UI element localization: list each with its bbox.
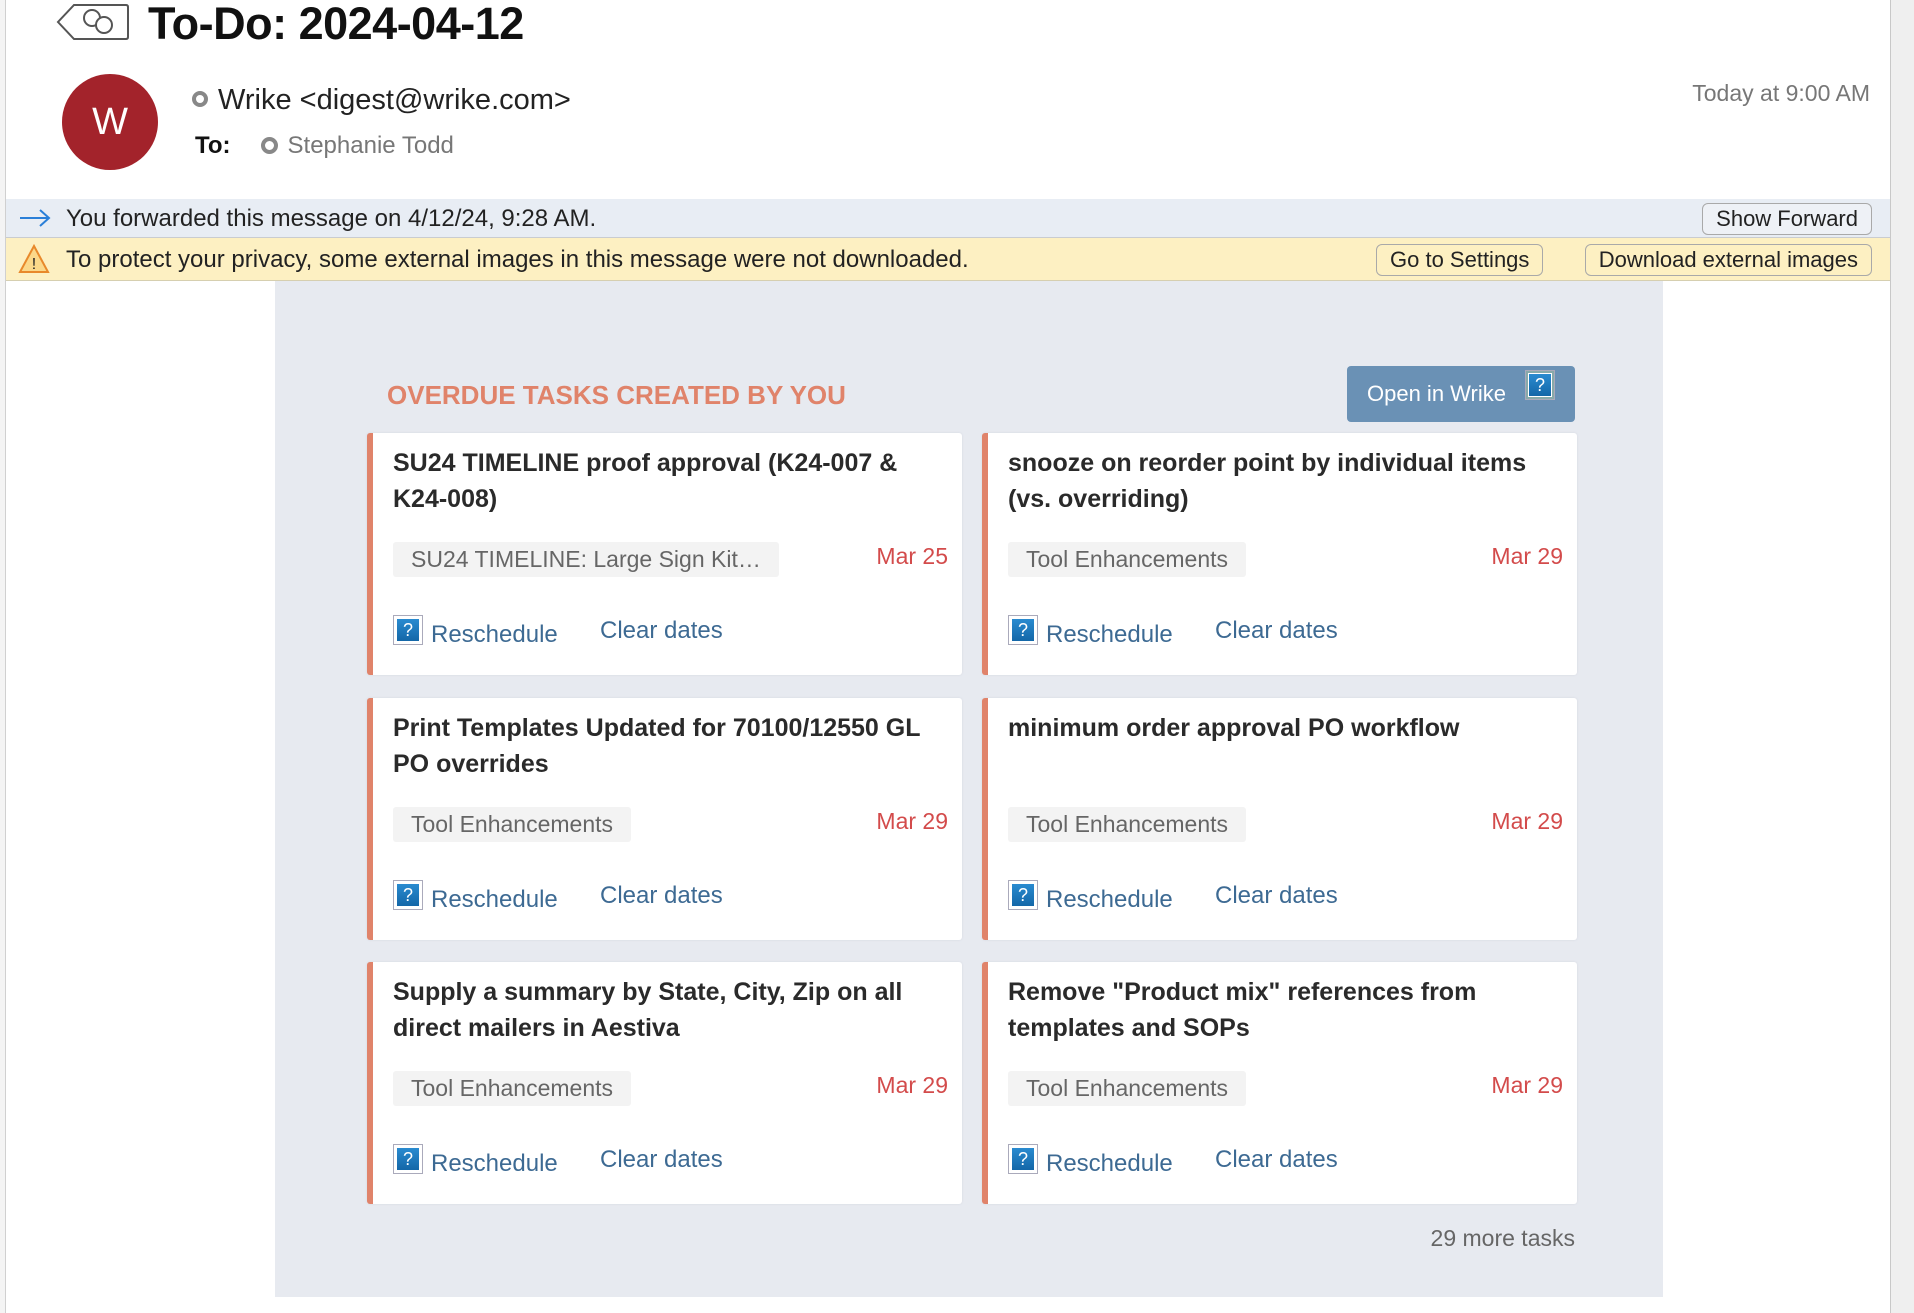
clear-dates-link[interactable]: Clear dates	[600, 882, 723, 910]
reschedule-button[interactable]: ? Reschedule	[1008, 1140, 1173, 1178]
forwarded-banner: You forwarded this message on 4/12/24, 9…	[6, 199, 1890, 238]
task-due-date: Mar 29	[1491, 808, 1563, 834]
reschedule-label[interactable]: Reschedule	[431, 886, 558, 914]
reschedule-label[interactable]: Reschedule	[1046, 1150, 1173, 1178]
task-title[interactable]: Print Templates Updated for 70100/12550 …	[393, 710, 938, 782]
reschedule-label[interactable]: Reschedule	[431, 1150, 558, 1178]
task-folder-tag[interactable]: Tool Enhancements	[1008, 1071, 1247, 1106]
recipient-name[interactable]: Stephanie Todd	[288, 132, 454, 159]
clear-dates-link[interactable]: Clear dates	[1215, 617, 1338, 645]
sender-name[interactable]: Wrike <digest@wrike.com>	[218, 84, 571, 116]
sender-line[interactable]: Wrike <digest@wrike.com>	[192, 84, 571, 117]
missing-image-icon: ?	[1008, 615, 1038, 645]
task-due-date: Mar 29	[1491, 1072, 1563, 1098]
privacy-banner: ! To protect your privacy, some external…	[6, 238, 1890, 281]
task-title[interactable]: Remove "Product mix" references from tem…	[1008, 974, 1553, 1046]
task-due-date: Mar 25	[876, 543, 948, 569]
task-card[interactable]: Supply a summary by State, City, Zip on …	[367, 962, 962, 1204]
recipient-line: To: Stephanie Todd	[195, 132, 454, 160]
section-heading: OVERDUE TASKS CREATED BY YOU	[387, 380, 846, 410]
missing-image-icon: ?	[1008, 880, 1038, 910]
open-in-wrike-label: Open in Wrike	[1367, 381, 1506, 406]
task-folder-tag[interactable]: Tool Enhancements	[393, 1071, 632, 1106]
forwarded-text: You forwarded this message on 4/12/24, 9…	[66, 205, 597, 232]
task-card[interactable]: snooze on reorder point by individual it…	[982, 433, 1577, 675]
forward-arrow-icon	[20, 209, 51, 227]
task-folder-tag[interactable]: SU24 TIMELINE: Large Sign Kit…	[393, 542, 779, 577]
task-title[interactable]: SU24 TIMELINE proof approval (K24-007 & …	[393, 445, 938, 517]
task-due-date: Mar 29	[876, 1072, 948, 1098]
task-card[interactable]: minimum order approval PO workflow Tool …	[982, 698, 1577, 940]
open-in-wrike-button[interactable]: Open in Wrike?	[1347, 366, 1575, 422]
download-images-button[interactable]: Download external images	[1584, 244, 1872, 276]
scrollbar-track[interactable]	[1890, 0, 1914, 1313]
svg-text:!: !	[32, 256, 36, 273]
task-title[interactable]: minimum order approval PO workflow	[1008, 710, 1553, 746]
missing-image-icon: ?	[393, 1144, 423, 1174]
presence-icon	[260, 137, 278, 154]
reschedule-label[interactable]: Reschedule	[431, 621, 558, 649]
task-folder-tag[interactable]: Tool Enhancements	[1008, 542, 1247, 577]
more-tasks-link[interactable]: 29 more tasks	[1431, 1225, 1575, 1252]
task-card[interactable]: Remove "Product mix" references from tem…	[982, 962, 1577, 1204]
conversation-icon[interactable]	[56, 3, 130, 41]
sender-avatar: W	[62, 74, 158, 170]
go-to-settings-button[interactable]: Go to Settings	[1376, 244, 1544, 276]
clear-dates-link[interactable]: Clear dates	[600, 617, 723, 645]
task-title[interactable]: snooze on reorder point by individual it…	[1008, 445, 1553, 517]
email-timestamp: Today at 9:00 AM	[1692, 80, 1870, 106]
task-due-date: Mar 29	[876, 808, 948, 834]
reschedule-label[interactable]: Reschedule	[1046, 621, 1173, 649]
privacy-text: To protect your privacy, some external i…	[66, 246, 969, 273]
task-card[interactable]: Print Templates Updated for 70100/12550 …	[367, 698, 962, 940]
task-card[interactable]: SU24 TIMELINE proof approval (K24-007 & …	[367, 433, 962, 675]
reschedule-button[interactable]: ? Reschedule	[1008, 876, 1173, 914]
avatar-letter: W	[92, 100, 128, 143]
clear-dates-link[interactable]: Clear dates	[600, 1146, 723, 1174]
clear-dates-link[interactable]: Clear dates	[1215, 882, 1338, 910]
warning-icon: !	[18, 244, 50, 273]
reschedule-button[interactable]: ? Reschedule	[393, 1140, 558, 1178]
reschedule-button[interactable]: ? Reschedule	[393, 876, 558, 914]
clear-dates-link[interactable]: Clear dates	[1215, 1146, 1338, 1174]
to-label: To:	[195, 132, 231, 159]
reschedule-label[interactable]: Reschedule	[1046, 886, 1173, 914]
task-folder-tag[interactable]: Tool Enhancements	[1008, 807, 1247, 842]
reschedule-button[interactable]: ? Reschedule	[1008, 611, 1173, 649]
missing-image-icon: ?	[1525, 370, 1555, 400]
missing-image-icon: ?	[1008, 1144, 1038, 1174]
task-title[interactable]: Supply a summary by State, City, Zip on …	[393, 974, 938, 1046]
window-left-edge	[0, 0, 6, 1313]
missing-image-icon: ?	[393, 615, 423, 645]
missing-image-icon: ?	[393, 880, 423, 910]
email-subject: To-Do: 2024-04-12	[148, 0, 524, 49]
reschedule-button[interactable]: ? Reschedule	[393, 611, 558, 649]
presence-icon	[192, 91, 208, 107]
task-folder-tag[interactable]: Tool Enhancements	[393, 807, 632, 842]
task-due-date: Mar 29	[1491, 543, 1563, 569]
show-forward-button[interactable]: Show Forward	[1702, 203, 1872, 235]
